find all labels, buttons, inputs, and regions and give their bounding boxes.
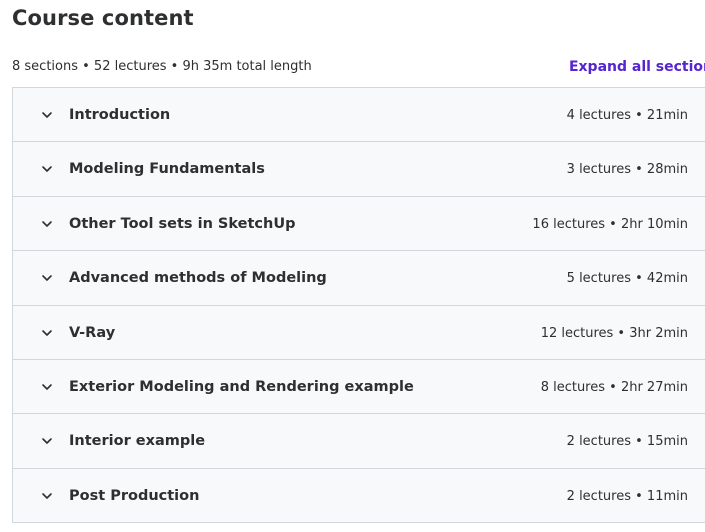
section-meta: 12 lectures • 3hr 2min <box>540 325 688 341</box>
course-summary-row: 8 sections • 52 lectures • 9h 35m total … <box>12 57 705 77</box>
section-meta: 8 lectures • 2hr 27min <box>540 379 688 395</box>
section-title: Modeling Fundamentals <box>69 161 265 178</box>
section-interior-example[interactable]: Interior example 2 lectures • 15min <box>13 414 705 469</box>
chevron-down-icon <box>41 490 53 502</box>
chevron-down-icon <box>41 163 53 175</box>
course-content-panel: Course content 8 sections • 52 lectures … <box>0 0 705 532</box>
section-title: Other Tool sets in SketchUp <box>69 215 296 232</box>
section-v-ray[interactable]: V-Ray 12 lectures • 3hr 2min <box>13 305 705 360</box>
expand-all-sections-button[interactable]: Expand all section <box>569 57 705 77</box>
section-title: V-Ray <box>69 324 116 341</box>
chevron-down-icon <box>41 381 53 393</box>
course-summary: 8 sections • 52 lectures • 9h 35m total … <box>12 59 312 74</box>
chevron-down-icon <box>41 435 53 447</box>
section-meta: 16 lectures • 2hr 10min <box>532 216 688 232</box>
chevron-down-icon <box>41 327 53 339</box>
section-advanced-modeling[interactable]: Advanced methods of Modeling 5 lectures … <box>13 251 705 306</box>
section-meta: 2 lectures • 15min <box>566 434 688 450</box>
section-meta: 2 lectures • 11min <box>566 488 688 504</box>
chevron-down-icon <box>41 218 53 230</box>
chevron-down-icon <box>41 109 53 121</box>
section-title: Introduction <box>69 107 171 123</box>
section-other-tool-sets[interactable]: Other Tool sets in SketchUp 16 lectures … <box>13 196 705 252</box>
section-list: Introduction 4 lectures • 21min Modeling… <box>12 87 705 524</box>
section-modeling-fundamentals[interactable]: Modeling Fundamentals 3 lectures • 28min <box>13 142 705 197</box>
section-meta: 5 lectures • 42min <box>566 271 688 287</box>
section-introduction[interactable]: Introduction 4 lectures • 21min <box>13 88 705 143</box>
section-meta: 4 lectures • 21min <box>566 108 688 123</box>
section-exterior-example[interactable]: Exterior Modeling and Rendering example … <box>13 359 705 415</box>
page-title: Course content <box>12 6 194 30</box>
section-post-production[interactable]: Post Production 2 lectures • 11min <box>13 468 705 524</box>
section-meta: 3 lectures • 28min <box>566 162 688 178</box>
section-title: Exterior Modeling and Rendering example <box>69 378 414 395</box>
section-title: Interior example <box>69 433 206 450</box>
section-title: Advanced methods of Modeling <box>69 270 327 287</box>
chevron-down-icon <box>41 272 53 284</box>
section-title: Post Production <box>69 487 200 504</box>
